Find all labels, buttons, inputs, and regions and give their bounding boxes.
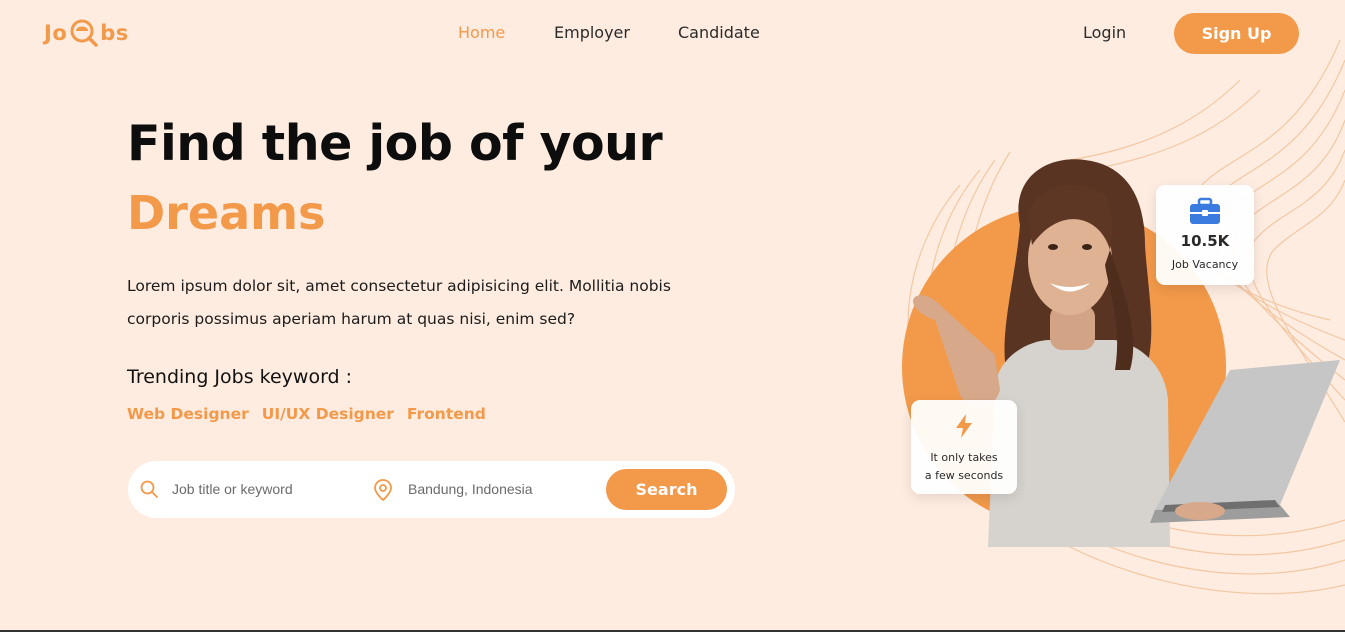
job-vacancy-label: Job Vacancy — [1171, 258, 1239, 271]
nav-candidate[interactable]: Candidate — [678, 23, 760, 42]
trending-keyword-web-designer[interactable]: Web Designer — [127, 405, 249, 423]
job-vacancy-count: 10.5K — [1180, 232, 1230, 250]
lightning-icon — [956, 414, 972, 438]
trending-keyword-uiux-designer[interactable]: UI/UX Designer — [262, 405, 394, 423]
job-vacancy-card: 10.5K Job Vacancy — [1156, 185, 1254, 285]
logo[interactable]: Jo bs — [44, 18, 129, 48]
speed-card: It only takes a few seconds — [911, 400, 1017, 494]
logo-text-left: Jo — [44, 21, 68, 45]
hero-title: Find the job of your — [127, 115, 663, 172]
login-link[interactable]: Login — [1083, 23, 1126, 42]
nav-home[interactable]: Home — [458, 23, 505, 42]
job-keyword-input[interactable] — [172, 479, 362, 499]
signup-button[interactable]: Sign Up — [1174, 13, 1299, 54]
trending-keyword-frontend[interactable]: Frontend — [407, 405, 486, 423]
trending-keywords: Web Designer UI/UX Designer Frontend — [127, 405, 486, 423]
search-button[interactable]: Search — [606, 469, 727, 510]
search-bar: Search — [128, 461, 735, 518]
nav-employer[interactable]: Employer — [554, 23, 630, 42]
logo-text-right: bs — [100, 21, 129, 45]
speed-label-line2: a few seconds — [924, 469, 1004, 482]
location-pin-icon — [374, 479, 392, 502]
speed-label: It only takes a few seconds — [915, 449, 1013, 485]
location-input[interactable] — [408, 479, 598, 499]
briefcase-icon — [1190, 197, 1220, 224]
trending-title: Trending Jobs keyword : — [127, 366, 353, 388]
hero-description: Lorem ipsum dolor sit, amet consectetur … — [127, 277, 671, 328]
hero-accent: Dreams — [127, 186, 326, 240]
speed-label-line1: It only takes — [930, 451, 998, 464]
magnifier-icon — [69, 18, 99, 48]
search-icon — [140, 480, 158, 498]
